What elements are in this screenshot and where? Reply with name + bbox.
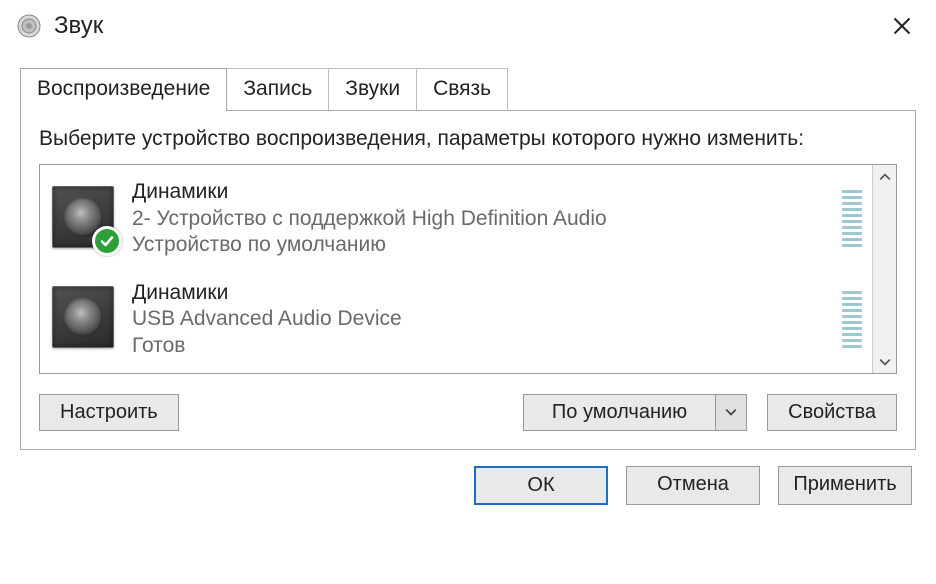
device-list-container: Динамики 2- Устройство с поддержкой High…	[39, 164, 897, 374]
default-check-icon	[92, 226, 122, 256]
device-list: Динамики 2- Устройство с поддержкой High…	[40, 165, 872, 373]
apply-button[interactable]: Применить	[778, 466, 912, 505]
dialog-button-row: ОК Отмена Применить	[0, 450, 936, 523]
panel-button-row: Настроить По умолчанию Свойства	[39, 394, 897, 431]
tab-container: Воспроизведение Запись Звуки Связь Выбер…	[20, 68, 916, 450]
device-description: USB Advanced Audio Device	[132, 306, 830, 332]
cancel-button[interactable]: Отмена	[626, 466, 760, 505]
tab-playback[interactable]: Воспроизведение	[20, 68, 227, 111]
set-default-label: По умолчанию	[524, 395, 716, 430]
tab-communications[interactable]: Связь	[416, 68, 508, 110]
scroll-down-icon[interactable]	[873, 354, 896, 369]
speaker-icon	[52, 286, 118, 352]
device-name: Динамики	[132, 280, 830, 306]
device-description: 2- Устройство с поддержкой High Definiti…	[132, 206, 830, 232]
scrollbar[interactable]	[872, 165, 896, 373]
device-status: Устройство по умолчанию	[132, 232, 830, 258]
chevron-down-icon[interactable]	[716, 395, 746, 430]
device-row[interactable]: Динамики USB Advanced Audio Device Готов	[48, 274, 872, 365]
window-title: Звук	[54, 12, 880, 40]
properties-button[interactable]: Свойства	[767, 394, 897, 431]
configure-button[interactable]: Настроить	[39, 394, 179, 431]
level-meter	[842, 187, 862, 251]
device-row[interactable]: Динамики 2- Устройство с поддержкой High…	[48, 173, 872, 264]
set-default-button[interactable]: По умолчанию	[523, 394, 747, 431]
device-status: Готов	[132, 333, 830, 359]
level-meter	[842, 287, 862, 351]
speaker-icon	[52, 186, 118, 252]
ok-button[interactable]: ОК	[474, 466, 608, 505]
device-text: Динамики 2- Устройство с поддержкой High…	[132, 179, 830, 258]
device-name: Динамики	[132, 179, 830, 205]
sound-dialog: Звук Воспроизведение Запись Звуки Связь …	[0, 0, 936, 584]
tab-strip: Воспроизведение Запись Звуки Связь	[20, 68, 916, 110]
sound-app-icon	[16, 13, 42, 39]
tab-panel-playback: Выберите устройство воспроизведения, пар…	[20, 110, 916, 450]
tab-recording[interactable]: Запись	[226, 68, 329, 110]
instruction-text: Выберите устройство воспроизведения, пар…	[39, 125, 897, 152]
device-text: Динамики USB Advanced Audio Device Готов	[132, 280, 830, 359]
titlebar: Звук	[0, 0, 936, 50]
close-button[interactable]	[880, 8, 924, 44]
tab-sounds[interactable]: Звуки	[328, 68, 417, 110]
scroll-up-icon[interactable]	[873, 169, 896, 184]
